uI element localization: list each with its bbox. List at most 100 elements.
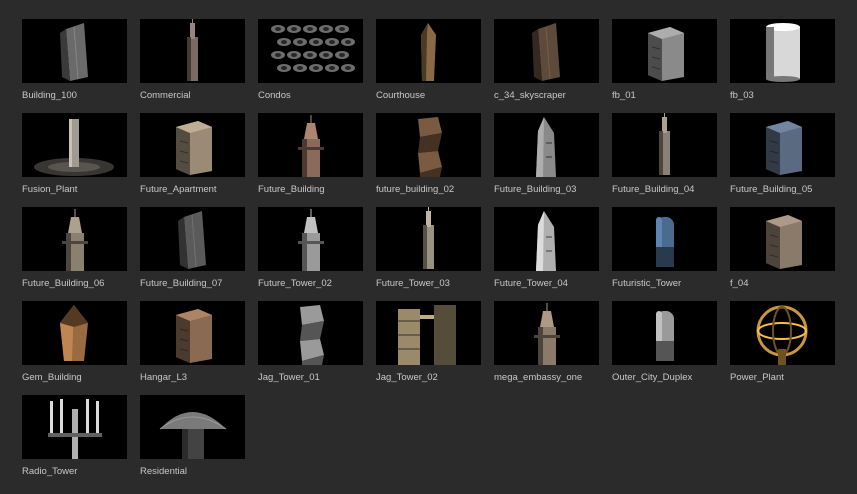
asset-label: Future_Tower_02	[258, 278, 332, 289]
asset-label: Hangar_L3	[140, 372, 188, 383]
building-thumbnail-icon[interactable]	[612, 301, 717, 365]
building-thumbnail-icon[interactable]	[258, 207, 363, 271]
asset-label: Outer_City_Duplex	[612, 372, 693, 383]
asset-tile[interactable]: Future_Apartment	[140, 113, 245, 207]
asset-label: Future_Building_03	[494, 184, 577, 195]
thumbnail-render	[178, 211, 206, 269]
building-thumbnail-icon[interactable]	[258, 113, 363, 177]
asset-label: Future_Tower_04	[494, 278, 568, 289]
asset-tile[interactable]: Future_Building_05	[730, 113, 835, 207]
building-thumbnail-icon[interactable]	[376, 19, 481, 83]
building-thumbnail-icon[interactable]	[22, 395, 127, 459]
building-thumbnail-icon[interactable]	[612, 207, 717, 271]
asset-tile[interactable]: Building_100	[22, 19, 127, 113]
asset-tile[interactable]: Jag_Tower_02	[376, 301, 481, 395]
thumbnail-render	[34, 119, 114, 176]
building-thumbnail-icon[interactable]	[140, 113, 245, 177]
thumbnail-render	[62, 209, 88, 271]
thumbnail-render	[656, 217, 674, 267]
asset-tile[interactable]: Futuristic_Tower	[612, 207, 717, 301]
thumbnail-render	[532, 23, 560, 81]
asset-label: Future_Tower_03	[376, 278, 450, 289]
asset-label: Futuristic_Tower	[612, 278, 682, 289]
building-thumbnail-icon[interactable]	[494, 207, 599, 271]
asset-label: Power_Plant	[730, 372, 784, 383]
building-thumbnail-icon[interactable]	[22, 113, 127, 177]
building-thumbnail-icon[interactable]	[258, 301, 363, 365]
asset-tile[interactable]: Commercial	[140, 19, 245, 113]
building-thumbnail-icon[interactable]	[258, 19, 363, 83]
thumbnail-render	[766, 23, 800, 82]
thumbnail-render	[298, 115, 324, 177]
thumbnail-render	[398, 305, 456, 365]
asset-tile[interactable]: Outer_City_Duplex	[612, 301, 717, 395]
building-thumbnail-icon[interactable]	[376, 301, 481, 365]
building-thumbnail-icon[interactable]	[730, 113, 835, 177]
asset-tile[interactable]: Future_Building	[258, 113, 363, 207]
asset-label: fb_01	[612, 90, 636, 101]
thumbnail-render	[656, 311, 674, 361]
asset-tile[interactable]: Future_Tower_03	[376, 207, 481, 301]
thumbnail-render	[766, 215, 802, 269]
asset-label: Future_Building_06	[22, 278, 105, 289]
building-thumbnail-icon[interactable]	[612, 113, 717, 177]
asset-label: Future_Building	[258, 184, 325, 195]
asset-label: Future_Building_07	[140, 278, 223, 289]
building-thumbnail-icon[interactable]	[494, 113, 599, 177]
asset-tile[interactable]: Power_Plant	[730, 301, 835, 395]
thumbnail-render	[176, 121, 212, 175]
building-thumbnail-icon[interactable]	[22, 207, 127, 271]
asset-tile[interactable]: Residential	[140, 395, 245, 489]
building-thumbnail-icon[interactable]	[730, 19, 835, 83]
asset-tile[interactable]: Future_Building_06	[22, 207, 127, 301]
thumbnail-render	[187, 19, 198, 81]
thumbnail-render	[176, 309, 212, 363]
building-thumbnail-icon[interactable]	[730, 207, 835, 271]
thumbnail-render	[421, 23, 436, 81]
asset-tile[interactable]: Fusion_Plant	[22, 113, 127, 207]
thumbnail-render	[766, 121, 802, 175]
asset-tile[interactable]: c_34_skyscraper	[494, 19, 599, 113]
asset-tile[interactable]: fb_01	[612, 19, 717, 113]
asset-tile[interactable]: future_building_02	[376, 113, 481, 207]
asset-label: Future_Building_05	[730, 184, 813, 195]
asset-tile[interactable]: Courthouse	[376, 19, 481, 113]
asset-label: Future_Apartment	[140, 184, 217, 195]
building-thumbnail-icon[interactable]	[22, 19, 127, 83]
thumbnail-render	[298, 209, 324, 271]
asset-tile[interactable]: Condos	[258, 19, 363, 113]
asset-tile[interactable]: Future_Building_04	[612, 113, 717, 207]
asset-label: c_34_skyscraper	[494, 90, 566, 101]
building-thumbnail-icon[interactable]	[376, 113, 481, 177]
asset-label: f_04	[730, 278, 749, 289]
asset-tile[interactable]: Radio_Tower	[22, 395, 127, 489]
asset-tile[interactable]: Future_Tower_02	[258, 207, 363, 301]
building-thumbnail-icon[interactable]	[494, 19, 599, 83]
building-thumbnail-icon[interactable]	[730, 301, 835, 365]
asset-label: Residential	[140, 466, 187, 477]
asset-tile[interactable]: Gem_Building	[22, 301, 127, 395]
building-thumbnail-icon[interactable]	[612, 19, 717, 83]
asset-tile[interactable]: Hangar_L3	[140, 301, 245, 395]
building-thumbnail-icon[interactable]	[140, 301, 245, 365]
asset-label: Radio_Tower	[22, 466, 78, 477]
asset-label: mega_embassy_one	[494, 372, 583, 383]
building-thumbnail-icon[interactable]	[376, 207, 481, 271]
building-thumbnail-icon[interactable]	[140, 19, 245, 83]
asset-label: Commercial	[140, 90, 191, 101]
thumbnail-render	[536, 117, 556, 177]
thumbnail-render	[648, 27, 684, 81]
asset-tile[interactable]: f_04	[730, 207, 835, 301]
building-thumbnail-icon[interactable]	[140, 207, 245, 271]
building-thumbnail-icon[interactable]	[22, 301, 127, 365]
asset-tile[interactable]: Future_Building_07	[140, 207, 245, 301]
asset-tile[interactable]: fb_03	[730, 19, 835, 113]
asset-tile[interactable]: Future_Building_03	[494, 113, 599, 207]
thumbnail-render	[418, 117, 442, 177]
asset-tile[interactable]: Jag_Tower_01	[258, 301, 363, 395]
asset-tile[interactable]: mega_embassy_one	[494, 301, 599, 395]
thumbnail-render	[659, 113, 670, 175]
building-thumbnail-icon[interactable]	[494, 301, 599, 365]
building-thumbnail-icon[interactable]	[140, 395, 245, 459]
asset-tile[interactable]: Future_Tower_04	[494, 207, 599, 301]
